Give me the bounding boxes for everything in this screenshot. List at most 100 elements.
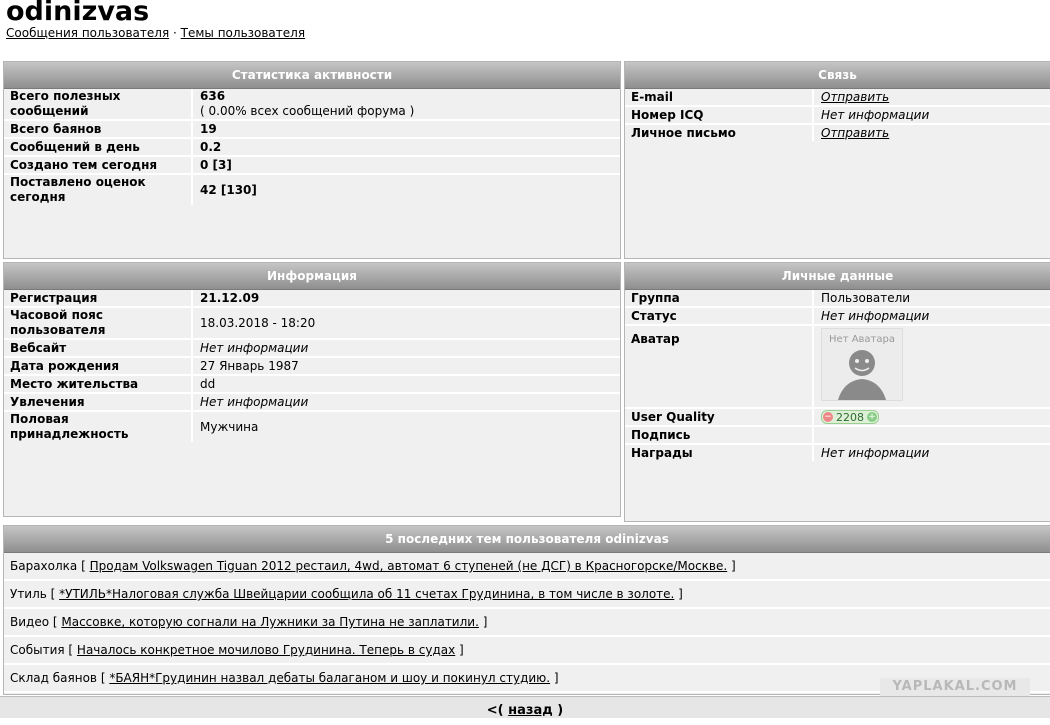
contact-row-pm: Личное письмо Отправить	[625, 125, 1050, 141]
row-label: Часовой пояс пользователя	[4, 308, 193, 338]
back-suffix: )	[557, 703, 564, 718]
topic-link[interactable]: Массовке, которую согнали на Лужники за …	[61, 615, 479, 629]
row-value: dd	[200, 376, 216, 391]
activity-header: Статистика активности	[4, 62, 620, 89]
row-label: Увлечения	[4, 394, 193, 410]
watermark-logo: YAPLAKAL.COM	[880, 678, 1030, 696]
personal-row-quality: User Quality − 2208 +	[625, 409, 1050, 427]
row-label: Вебсайт	[4, 340, 193, 356]
useful-posts-value: 636	[200, 89, 226, 103]
row-value: 18.03.2018 - 18:20	[200, 315, 316, 330]
info-row-gender: Половая принадлежность Мужчина	[4, 412, 620, 442]
user-topics-link[interactable]: Темы пользователя	[181, 26, 305, 40]
avatar: Нет Аватара	[821, 328, 903, 401]
back-prefix: <(	[486, 703, 504, 718]
topic-link[interactable]: Началось конкретное мочилово Грудинина. …	[77, 643, 455, 657]
row-value: Нет информации	[821, 107, 930, 122]
minus-icon[interactable]: −	[823, 412, 833, 422]
row-value: 21.12.09	[200, 290, 260, 305]
info-row-hobbies: Увлечения Нет информации	[4, 394, 620, 412]
activity-panel: Статистика активности Всего полезных соо…	[3, 61, 621, 259]
plus-icon[interactable]: +	[867, 412, 877, 422]
row-label: Статус	[625, 308, 814, 324]
row-label: Поставлено оценок сегодня	[4, 175, 193, 205]
topic-section: События	[10, 643, 65, 657]
topic-row: События [ Началось конкретное мочилово Г…	[4, 637, 1050, 665]
row-label: Всего полезных сообщений	[4, 89, 193, 119]
profile-links: Сообщения пользователя · Темы пользовате…	[6, 26, 305, 40]
personal-row-signature: Подпись	[625, 427, 1050, 445]
personal-panel: Личные данные Группа Пользователи Статус…	[624, 262, 1050, 522]
contact-panel: Связь E-mail Отправить Номер ICQ Нет инф…	[624, 61, 1050, 259]
row-label: Половая принадлежность	[4, 412, 193, 442]
personal-row-avatar: Аватар Нет Аватара	[625, 326, 1050, 409]
row-label: Место жительства	[4, 376, 193, 392]
row-label: Дата рождения	[4, 358, 193, 374]
row-value: Нет информации	[821, 308, 930, 323]
info-panel: Информация Регистрация 21.12.09 Часовой …	[3, 262, 621, 517]
personal-row-status: Статус Нет информации	[625, 308, 1050, 326]
topic-row: Видео [ Массовке, которую согнали на Луж…	[4, 609, 1050, 637]
row-label: Создано тем сегодня	[4, 157, 193, 173]
topic-link[interactable]: *УТИЛЬ*Налоговая служба Швейцарии сообщи…	[59, 587, 674, 601]
info-row-location: Место жительства dd	[4, 376, 620, 394]
user-quality-value: 2208	[836, 410, 864, 424]
info-row-timezone: Часовой пояс пользователя 18.03.2018 - 1…	[4, 308, 620, 340]
row-value: 19	[200, 121, 217, 136]
activity-row-bayans: Всего баянов 19	[4, 121, 620, 139]
row-label: Подпись	[625, 427, 814, 443]
topic-row: Барахолка [ Продам Volkswagen Tiguan 201…	[4, 553, 1050, 581]
row-value: Нет информации	[200, 340, 309, 355]
row-label: Награды	[625, 445, 814, 461]
row-value: 0 [3]	[200, 157, 232, 172]
topic-row: Утиль [ *УТИЛЬ*Налоговая служба Швейцари…	[4, 581, 1050, 609]
activity-row-useful: Всего полезных сообщений 636 ( 0.00% все…	[4, 89, 620, 121]
row-value	[814, 427, 1050, 443]
topic-section: Склад баянов	[10, 671, 97, 685]
row-value: Нет информации	[821, 445, 930, 460]
email-send-link[interactable]: Отправить	[821, 90, 1043, 105]
row-value: Мужчина	[200, 419, 259, 434]
last-topics-header: 5 последних тем пользователя odinizvas	[4, 526, 1050, 553]
info-row-website: Вебсайт Нет информации	[4, 340, 620, 358]
topic-section: Утиль	[10, 587, 47, 601]
row-label: Сообщений в день	[4, 139, 193, 155]
row-label: Личное письмо	[625, 125, 814, 141]
row-label: Номер ICQ	[625, 107, 814, 123]
info-row-registration: Регистрация 21.12.09	[4, 290, 620, 308]
row-label: Группа	[625, 290, 814, 306]
info-row-birthday: Дата рождения 27 Январь 1987	[4, 358, 620, 376]
info-header: Информация	[4, 263, 620, 290]
row-value: 27 Январь 1987	[200, 358, 299, 373]
pm-send-link[interactable]: Отправить	[821, 126, 1043, 141]
row-label: Всего баянов	[4, 121, 193, 137]
row-label: User Quality	[625, 409, 814, 425]
topic-section: Видео	[10, 615, 50, 629]
personal-row-group: Группа Пользователи	[625, 290, 1050, 308]
topic-link[interactable]: *БАЯН*Грудинин назвал дебаты балаганом и…	[109, 671, 550, 685]
activity-row-per-day: Сообщений в день 0.2	[4, 139, 620, 157]
back-link[interactable]: назад	[508, 703, 553, 718]
row-value: 42 [130]	[200, 182, 257, 197]
activity-row-topics-today: Создано тем сегодня 0 [3]	[4, 157, 620, 175]
back-bar: <( назад )	[0, 696, 1050, 718]
topic-link[interactable]: Продам Volkswagen Tiguan 2012 рестаил, 4…	[90, 559, 728, 573]
personal-row-awards: Награды Нет информации	[625, 445, 1050, 461]
no-avatar-caption: Нет Аватара	[829, 334, 895, 345]
row-label: E-mail	[625, 89, 814, 105]
user-quality-badge: − 2208 +	[821, 410, 879, 424]
contact-header: Связь	[625, 62, 1050, 89]
row-value: 0.2	[200, 139, 222, 154]
user-posts-link[interactable]: Сообщения пользователя	[6, 26, 169, 40]
personal-header: Личные данные	[625, 263, 1050, 290]
username-title: odinizvas	[6, 0, 150, 27]
contact-row-email: E-mail Отправить	[625, 89, 1050, 107]
row-value: Нет информации	[200, 394, 309, 409]
link-separator: ·	[173, 26, 177, 40]
row-label: Аватар	[625, 326, 814, 407]
row-value: Пользователи	[821, 290, 911, 305]
useful-posts-percent: ( 0.00% всех сообщений форума )	[200, 104, 415, 118]
activity-row-ratings-today: Поставлено оценок сегодня 42 [130]	[4, 175, 620, 205]
topic-section: Барахолка	[10, 559, 78, 573]
last-topics-panel: 5 последних тем пользователя odinizvas Б…	[3, 525, 1050, 695]
